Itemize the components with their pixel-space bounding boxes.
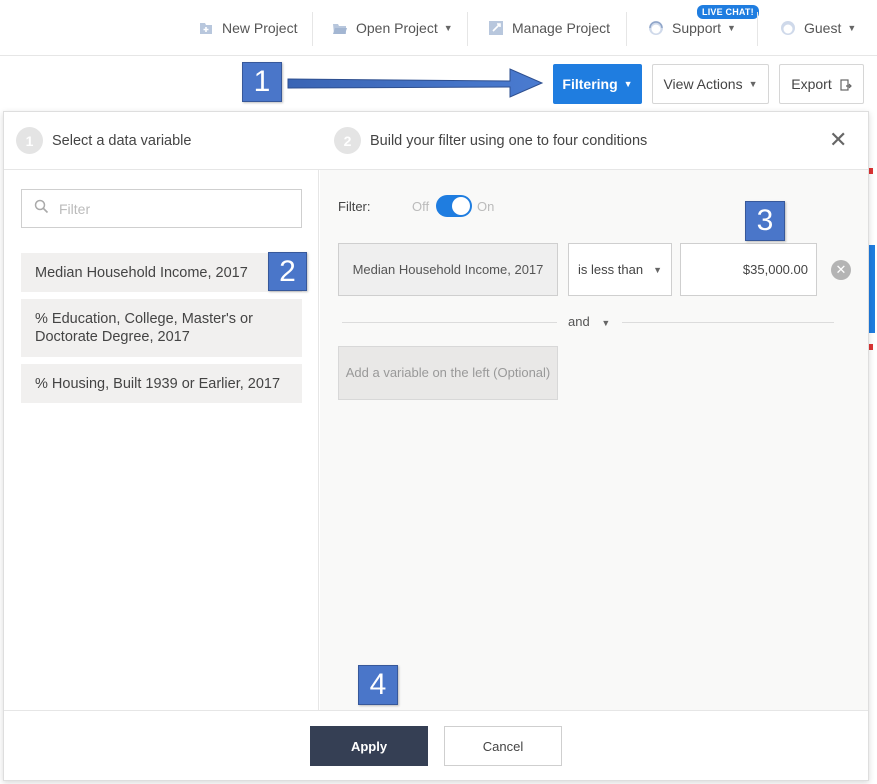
nav-divider xyxy=(467,12,468,46)
manage-project-button[interactable]: Manage Project xyxy=(488,0,610,56)
divider-line xyxy=(622,322,834,323)
filter-toggle[interactable] xyxy=(436,195,472,217)
toggle-off-label: Off xyxy=(412,199,430,214)
open-project-button[interactable]: Open Project ▼ xyxy=(332,0,453,56)
panel-header: 1 Select a data variable 2 Build your fi… xyxy=(4,112,868,170)
variable-label: % Housing, Built 1939 or Earlier, 2017 xyxy=(35,375,281,392)
step-label: Build your filter using one to four cond… xyxy=(370,132,648,149)
filter-panel: 1 Select a data variable 2 Build your fi… xyxy=(3,111,869,781)
new-project-icon xyxy=(198,20,214,36)
search-input[interactable] xyxy=(59,200,279,217)
add-variable-label: Add a variable on the left (Optional) xyxy=(345,365,551,380)
chevron-down-icon: ▼ xyxy=(748,79,758,89)
condition-variable: Median Household Income, 2017 xyxy=(338,243,558,296)
variable-label: Median Household Income, 2017 xyxy=(35,264,248,281)
panel-footer: Apply Cancel xyxy=(4,710,868,780)
variable-item[interactable]: % Housing, Built 1939 or Earlier, 2017 xyxy=(21,364,302,403)
nav-divider xyxy=(312,12,313,46)
condition-operator-label: is less than xyxy=(578,262,644,277)
add-variable-placeholder[interactable]: Add a variable on the left (Optional) xyxy=(338,346,558,400)
guest-label: Guest xyxy=(804,20,842,36)
view-actions-button[interactable]: View Actions ▼ xyxy=(652,64,769,104)
chevron-down-icon: ▼ xyxy=(653,264,662,275)
chevron-down-icon: ▼ xyxy=(443,23,453,33)
background-edge-mark xyxy=(869,344,873,350)
step-number: 1 xyxy=(16,127,43,154)
condition-operator-select[interactable]: is less than ▼ xyxy=(568,243,672,296)
condition-variable-label: Median Household Income, 2017 xyxy=(352,262,544,277)
chevron-down-icon: ▼ xyxy=(623,79,633,89)
remove-condition-icon[interactable]: ✕ xyxy=(831,260,851,280)
callout-badge: 3 xyxy=(745,201,785,241)
background-edge-mark xyxy=(869,168,873,174)
step-number: 2 xyxy=(334,127,361,154)
variable-list-pane: Median Household Income, 2017 % Educatio… xyxy=(4,170,319,710)
cancel-button[interactable]: Cancel xyxy=(444,726,562,766)
support-avatar-icon xyxy=(648,20,664,36)
filter-builder-pane: Filter: Off On Median Household Income, … xyxy=(320,170,868,710)
nav-divider xyxy=(626,12,627,46)
manage-project-label: Manage Project xyxy=(512,20,611,36)
callout-badge: 4 xyxy=(358,665,398,705)
support-label: Support xyxy=(672,20,722,36)
apply-button[interactable]: Apply xyxy=(310,726,428,766)
filtering-label: Filtering xyxy=(562,76,618,92)
background-edge-bar xyxy=(869,245,875,333)
step-label: Select a data variable xyxy=(52,132,192,149)
callout-badge: 1 xyxy=(242,62,282,102)
search-icon xyxy=(34,199,49,219)
connector-select[interactable]: and ▼ xyxy=(568,314,610,329)
nav-divider xyxy=(757,12,758,46)
step-two: 2 Build your filter using one to four co… xyxy=(334,127,647,154)
chevron-down-icon: ▼ xyxy=(727,23,736,33)
annotation-arrow xyxy=(287,68,544,98)
connector-row: and ▼ xyxy=(342,312,834,332)
export-button[interactable]: Export xyxy=(779,64,864,104)
export-icon xyxy=(840,78,852,91)
chevron-down-icon: ▼ xyxy=(601,318,611,328)
divider-line xyxy=(342,322,557,323)
export-label: Export xyxy=(791,76,832,92)
variable-label: % Education, College, Master's or Doctor… xyxy=(35,311,253,345)
toggle-on-label: On xyxy=(477,199,495,214)
live-chat-badge[interactable]: LIVE CHAT! xyxy=(697,5,759,19)
variable-search[interactable] xyxy=(21,189,302,228)
filter-label: Filter: xyxy=(338,199,371,214)
variable-item[interactable]: % Education, College, Master's or Doctor… xyxy=(21,299,302,357)
guest-menu-button[interactable]: Guest ▼ xyxy=(780,0,856,56)
connector-label: and xyxy=(568,314,590,329)
view-actions-label: View Actions xyxy=(663,76,743,92)
chevron-down-icon: ▼ xyxy=(847,23,857,33)
manage-project-icon xyxy=(488,20,504,36)
new-project-label: New Project xyxy=(222,20,298,36)
condition-value-input[interactable]: $35,000.00 xyxy=(680,243,817,296)
filtering-button[interactable]: Filtering ▼ xyxy=(553,64,642,104)
top-navigation: New Project Open Project ▼ Manage Projec… xyxy=(0,0,877,56)
close-icon[interactable]: ✕ xyxy=(829,127,847,153)
open-folder-icon xyxy=(332,20,348,36)
open-project-label: Open Project xyxy=(356,20,438,36)
toggle-knob xyxy=(452,197,470,215)
condition-value: $35,000.00 xyxy=(742,262,808,277)
variable-item[interactable]: Median Household Income, 2017 xyxy=(21,253,302,292)
callout-badge: 2 xyxy=(268,252,307,291)
new-project-button[interactable]: New Project xyxy=(198,0,297,56)
user-avatar-icon xyxy=(780,20,796,36)
step-one: 1 Select a data variable xyxy=(16,127,191,154)
